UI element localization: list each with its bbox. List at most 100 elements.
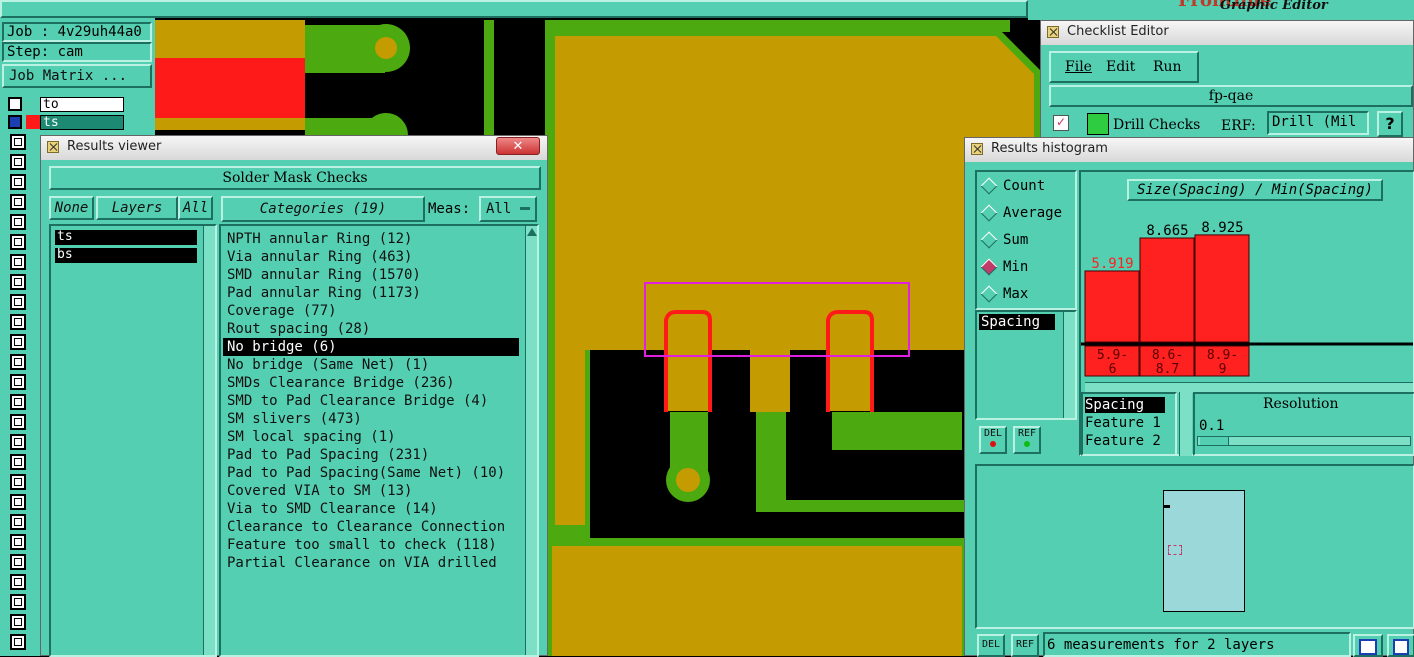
results-viewer-titlebar[interactable]: Results viewer (41, 136, 547, 160)
layer-checkbox[interactable] (10, 194, 26, 210)
measure-list[interactable]: Spacing (975, 310, 1077, 420)
category-item[interactable]: Coverage (77) (223, 302, 519, 320)
attr-item[interactable]: Feature 1 (1085, 415, 1161, 431)
layers-list[interactable]: ts bs (49, 224, 217, 657)
layers-scrollbar[interactable] (203, 226, 215, 655)
layer-checkbox[interactable] (10, 554, 26, 570)
layer-checkbox[interactable] (10, 434, 26, 450)
menu-run[interactable]: Run (1153, 53, 1182, 81)
attr-item[interactable]: Feature 2 (1085, 433, 1161, 449)
checklist-editor-titlebar[interactable]: Checklist Editor (1041, 21, 1413, 45)
category-item[interactable]: Pad to Pad Spacing (231) (223, 446, 519, 464)
layer-checkbox[interactable] (10, 574, 26, 590)
menu-file[interactable]: File (1065, 53, 1092, 81)
mode-average[interactable]: Average (980, 204, 1062, 222)
ref-dot-icon (1024, 441, 1030, 447)
checklist-row[interactable]: ✓ Drill Checks ERF: Drill (Mil ? (1049, 111, 1413, 137)
categories-list[interactable]: NPTH annular Ring (12) Via annular Ring (… (219, 224, 539, 657)
status-del-button[interactable]: DEL (977, 634, 1005, 657)
histogram-titlebar[interactable]: Results histogram (965, 138, 1413, 162)
category-item[interactable]: NPTH annular Ring (12) (223, 230, 519, 248)
attr-scrollbar[interactable] (1179, 392, 1192, 456)
histogram-bar[interactable] (1084, 270, 1140, 343)
layer-row-ts[interactable]: ts (4, 114, 152, 132)
category-item[interactable]: SMDs Clearance Bridge (236) (223, 374, 519, 392)
layer-checkbox[interactable] (10, 634, 26, 650)
mode-min[interactable]: Min (980, 258, 1028, 276)
layer-checkbox[interactable] (10, 534, 26, 550)
mode-sum[interactable]: Sum (980, 231, 1028, 249)
categories-button[interactable]: Categories (19) (221, 196, 425, 222)
category-item[interactable]: Clearance to Clearance Connection (223, 518, 519, 536)
category-item[interactable]: Partial Clearance on VIA drilled (223, 554, 519, 572)
menu-edit[interactable]: Edit (1106, 53, 1135, 81)
category-item[interactable]: SM slivers (473) (223, 410, 519, 428)
tick-label: 8.7 (1156, 362, 1179, 377)
categories-scrollbar[interactable] (525, 226, 537, 655)
layer-checkbox[interactable] (10, 274, 26, 290)
layer-checkbox[interactable] (10, 414, 26, 430)
all-button[interactable]: All (178, 196, 213, 220)
list-item[interactable]: Spacing (979, 314, 1055, 330)
status-icon-b[interactable] (1387, 634, 1414, 657)
layer-checkbox[interactable] (10, 394, 26, 410)
layer-checkbox[interactable] (8, 97, 22, 111)
status-icon-a[interactable] (1353, 634, 1383, 657)
resolution-slider[interactable] (1197, 436, 1411, 446)
category-item[interactable]: No bridge (Same Net) (1) (223, 356, 519, 374)
category-item[interactable]: SM local spacing (1) (223, 428, 519, 446)
layer-checkbox[interactable] (10, 474, 26, 490)
layer-row-to[interactable]: to (4, 96, 152, 114)
layer-checkbox[interactable] (10, 354, 26, 370)
layer-checkbox[interactable] (10, 494, 26, 510)
layer-checkbox[interactable] (10, 374, 26, 390)
histogram-bar[interactable] (1194, 234, 1250, 343)
layer-checkbox[interactable] (10, 154, 26, 170)
layer-checkbox[interactable] (10, 254, 26, 270)
category-item[interactable]: SMD annular Ring (1570) (223, 266, 519, 284)
layer-checkbox[interactable] (10, 294, 26, 310)
histogram-bar[interactable] (1139, 237, 1195, 343)
attribute-list[interactable]: Spacing Feature 1 Feature 2 (1081, 392, 1177, 456)
category-item[interactable]: Rout spacing (28) (223, 320, 519, 338)
preview-pane[interactable] (975, 464, 1414, 629)
category-item[interactable]: No bridge (6) (223, 338, 519, 356)
meas-select[interactable]: All (479, 196, 537, 222)
slider-thumb[interactable] (1200, 437, 1229, 445)
layer-checkbox[interactable] (10, 454, 26, 470)
category-item[interactable]: Via annular Ring (463) (223, 248, 519, 266)
attr-item[interactable]: Spacing (1085, 397, 1165, 413)
del-button[interactable]: DEL (979, 426, 1007, 454)
category-item[interactable]: Feature too small to check (118) (223, 536, 519, 554)
layer-item[interactable]: bs (55, 248, 197, 263)
category-item[interactable]: SMD to Pad Clearance Bridge (4) (223, 392, 519, 410)
layer-checkbox[interactable] (10, 334, 26, 350)
status-ref-button[interactable]: REF (1011, 634, 1039, 657)
erf-select[interactable]: Drill (Mil (1267, 111, 1369, 135)
category-item[interactable]: Covered VIA to SM (13) (223, 482, 519, 500)
layer-checkbox[interactable] (8, 115, 22, 129)
list-scrollbar[interactable] (1063, 312, 1075, 418)
category-item[interactable]: Via to SMD Clearance (14) (223, 500, 519, 518)
mode-count[interactable]: Count (980, 177, 1045, 195)
scroll-up-icon[interactable] (527, 228, 537, 236)
layers-button[interactable]: Layers (96, 196, 178, 220)
ref-button[interactable]: REF (1013, 426, 1041, 454)
layer-checkbox[interactable] (10, 314, 26, 330)
layer-checkbox[interactable] (10, 514, 26, 530)
layer-checkbox[interactable] (10, 234, 26, 250)
close-button[interactable]: ✕ (496, 137, 540, 155)
category-item[interactable]: Pad to Pad Spacing(Same Net) (10) (223, 464, 519, 482)
layer-checkbox[interactable] (10, 614, 26, 630)
layer-checkbox[interactable] (10, 594, 26, 610)
layer-checkbox[interactable] (10, 134, 26, 150)
help-button[interactable]: ? (1377, 111, 1403, 137)
mode-max[interactable]: Max (980, 285, 1028, 303)
layer-checkbox[interactable] (10, 174, 26, 190)
layer-item[interactable]: ts (55, 230, 197, 245)
job-matrix-button[interactable]: Job Matrix ... (2, 64, 152, 88)
category-item[interactable]: Pad annular Ring (1173) (223, 284, 519, 302)
layer-checkbox[interactable] (10, 214, 26, 230)
none-button[interactable]: None (49, 196, 94, 220)
row-check-icon[interactable]: ✓ (1053, 115, 1069, 131)
